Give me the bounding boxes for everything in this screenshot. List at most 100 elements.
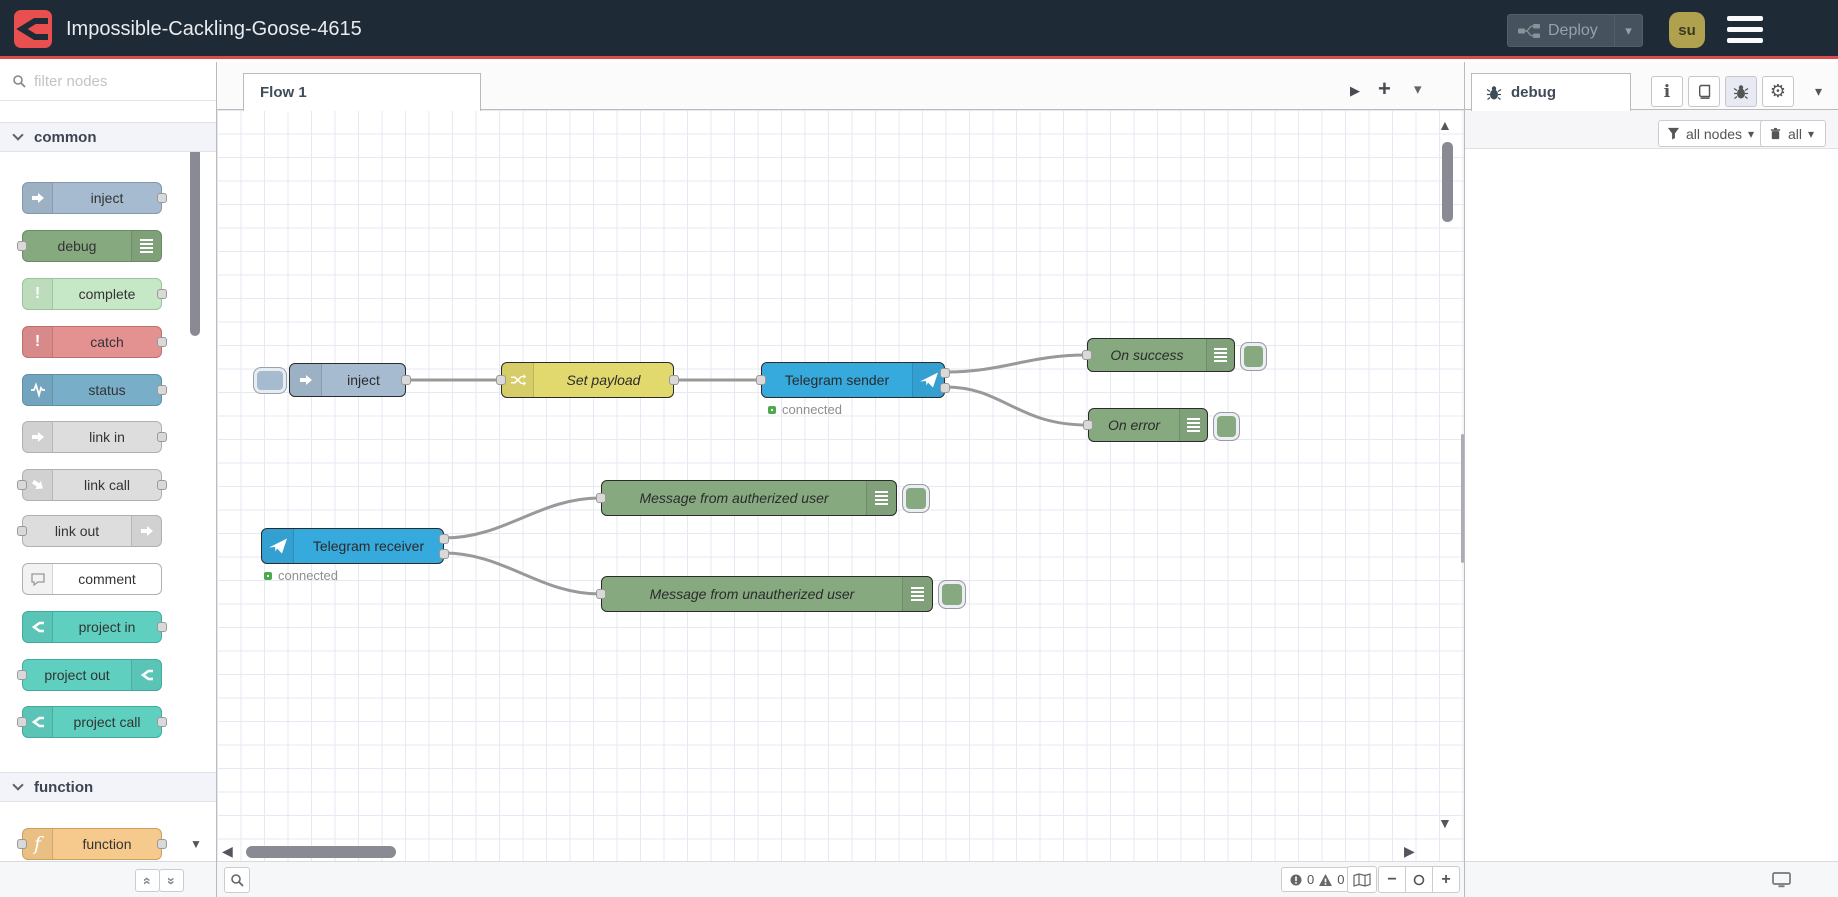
info-tab-button[interactable]: i bbox=[1651, 76, 1683, 107]
output-port-1[interactable] bbox=[940, 368, 950, 378]
debug-toggle-button[interactable] bbox=[902, 484, 930, 513]
zoom-out-button[interactable]: − bbox=[1378, 866, 1406, 893]
input-port[interactable] bbox=[496, 375, 506, 385]
palette-node-comment[interactable]: comment bbox=[22, 563, 162, 595]
flow-node-msg-unauthorized[interactable]: Message from unautherized user bbox=[596, 576, 966, 612]
zoom-reset-button[interactable] bbox=[1405, 866, 1433, 893]
sidebar-tab-label: debug bbox=[1511, 84, 1556, 101]
sidebar-menu-caret[interactable]: ▾ bbox=[1815, 84, 1822, 98]
navigator-button[interactable] bbox=[1347, 866, 1377, 893]
palette-node-project-call[interactable]: project call bbox=[17, 706, 167, 738]
clear-label: all bbox=[1788, 125, 1803, 142]
output-port[interactable] bbox=[157, 385, 167, 395]
output-port[interactable] bbox=[157, 622, 167, 632]
main-menu-button[interactable] bbox=[1727, 16, 1763, 43]
input-port[interactable] bbox=[596, 589, 606, 599]
flow-node-msg-authorized[interactable]: Message from autherized user bbox=[596, 480, 930, 516]
output-port[interactable] bbox=[157, 839, 167, 849]
help-tab-button[interactable] bbox=[1688, 76, 1720, 107]
notification-counts[interactable]: 0 0 bbox=[1281, 867, 1354, 892]
tab-debug[interactable]: debug bbox=[1471, 73, 1631, 111]
search-icon bbox=[231, 874, 244, 887]
debug-filter-dropdown[interactable]: all nodes ▾ bbox=[1658, 120, 1770, 147]
input-port[interactable] bbox=[17, 480, 27, 490]
palette-collapse-all-button[interactable]: « bbox=[135, 869, 160, 892]
output-port[interactable] bbox=[401, 375, 411, 385]
input-port[interactable] bbox=[1082, 350, 1092, 360]
output-port[interactable] bbox=[157, 480, 167, 490]
palette-node-status[interactable]: status bbox=[22, 374, 167, 406]
palette-node-debug[interactable]: debug bbox=[17, 230, 162, 262]
palette-node-link-call[interactable]: link call bbox=[17, 469, 167, 501]
palette-category-function[interactable]: function bbox=[0, 772, 216, 802]
user-avatar[interactable]: su bbox=[1669, 12, 1705, 48]
debug-toggle-button[interactable] bbox=[1240, 342, 1267, 371]
output-port[interactable] bbox=[157, 289, 167, 299]
palette-node-inject[interactable]: inject bbox=[22, 182, 167, 214]
palette-category-common[interactable]: common bbox=[0, 122, 216, 152]
debug-clear-dropdown[interactable]: all ▾ bbox=[1760, 120, 1826, 147]
output-port[interactable] bbox=[669, 375, 679, 385]
palette-node-link-out[interactable]: link out bbox=[17, 515, 162, 547]
input-port[interactable] bbox=[17, 717, 27, 727]
open-dashboard-button[interactable] bbox=[1767, 868, 1795, 892]
zoom-in-button[interactable]: + bbox=[1432, 866, 1460, 893]
tab-flow-1[interactable]: Flow 1 bbox=[243, 73, 481, 111]
debug-tab-button[interactable] bbox=[1725, 76, 1757, 107]
palette-node-link-in[interactable]: link in bbox=[22, 421, 167, 453]
output-port[interactable] bbox=[157, 717, 167, 727]
map-icon bbox=[1353, 872, 1371, 887]
palette-node-function[interactable]: f function bbox=[17, 828, 167, 860]
sidebar-footer bbox=[1465, 861, 1838, 897]
palette-node-label: debug bbox=[57, 238, 97, 254]
add-flow-button[interactable]: + bbox=[1378, 78, 1391, 100]
output-port[interactable] bbox=[157, 432, 167, 442]
input-port[interactable] bbox=[756, 375, 766, 385]
input-port[interactable] bbox=[17, 241, 27, 251]
sidebar-separator-handle[interactable] bbox=[1461, 434, 1464, 563]
palette-scrollbar-thumb[interactable] bbox=[190, 144, 200, 336]
output-port-2[interactable] bbox=[940, 383, 950, 393]
category-label: function bbox=[34, 778, 94, 796]
output-port[interactable] bbox=[157, 337, 167, 347]
flow-node-telegram-sender[interactable]: Telegram sender bbox=[756, 362, 950, 398]
output-port-1[interactable] bbox=[439, 534, 449, 544]
input-port[interactable] bbox=[17, 670, 27, 680]
flow-node-set-payload[interactable]: Set payload bbox=[496, 362, 679, 398]
palette-node-complete[interactable]: ! complete bbox=[22, 278, 167, 310]
config-tab-button[interactable]: ⚙ bbox=[1762, 76, 1794, 107]
flow-node-on-error[interactable]: On error bbox=[1083, 408, 1240, 442]
output-port-2[interactable] bbox=[439, 549, 449, 559]
palette-expand-all-button[interactable]: » bbox=[159, 869, 184, 892]
palette-filter-input[interactable] bbox=[34, 72, 184, 90]
caret-down-icon: ▾ bbox=[1748, 126, 1755, 141]
palette-node-label: project in bbox=[78, 619, 136, 635]
output-port[interactable] bbox=[157, 193, 167, 203]
flow-list-caret[interactable]: ▾ bbox=[1414, 82, 1422, 97]
palette-node-project-in[interactable]: project in bbox=[22, 611, 167, 643]
canvas-search-button[interactable] bbox=[224, 867, 250, 893]
bug-icon bbox=[1733, 84, 1749, 99]
deploy-button[interactable]: Deploy ▾ bbox=[1507, 14, 1643, 47]
flow-node-telegram-receiver[interactable]: Telegram receiver bbox=[261, 528, 449, 564]
debug-toolbar: all nodes ▾ all ▾ bbox=[1465, 110, 1838, 149]
debug-toggle-button[interactable] bbox=[1213, 412, 1240, 441]
debug-toggle-button[interactable] bbox=[938, 580, 966, 609]
tab-scroll-right-icon[interactable]: ▶ bbox=[1350, 84, 1360, 97]
wire-sender-onsuccess bbox=[944, 353, 1088, 374]
deploy-options-caret[interactable]: ▾ bbox=[1614, 15, 1642, 46]
flow-node-on-success[interactable]: On success bbox=[1082, 338, 1267, 372]
palette-node-label: project call bbox=[73, 714, 141, 730]
inject-trigger-button[interactable] bbox=[253, 367, 287, 394]
palette-scroll-down-icon[interactable]: ▼ bbox=[190, 838, 202, 850]
input-port[interactable] bbox=[17, 526, 27, 536]
input-port[interactable] bbox=[1083, 420, 1093, 430]
flow-node-inject[interactable]: inject bbox=[253, 363, 411, 397]
input-port[interactable] bbox=[596, 493, 606, 503]
palette-node-project-out[interactable]: project out bbox=[17, 659, 162, 691]
palette-search[interactable] bbox=[0, 62, 216, 101]
debug-sidebar-icon bbox=[1179, 409, 1207, 441]
warning-count-icon bbox=[1319, 873, 1333, 886]
palette-node-catch[interactable]: ! catch bbox=[22, 326, 167, 358]
input-port[interactable] bbox=[17, 839, 27, 849]
